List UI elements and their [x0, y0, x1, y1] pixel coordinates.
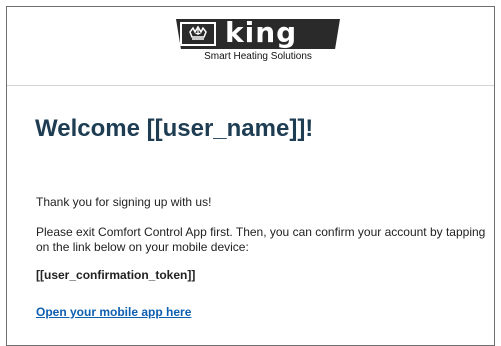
open-mobile-app-link[interactable]: Open your mobile app here [36, 305, 191, 319]
logo-wordmark: king [225, 16, 298, 49]
logo-tagline: Smart Heating Solutions [204, 51, 312, 62]
king-logo: king Smart Heating Solutions [176, 19, 340, 62]
confirmation-token: [[user_confirmation_token]] [36, 268, 196, 282]
instruction-text: Please exit Comfort Control App first. T… [36, 225, 486, 254]
email-header: king Smart Heating Solutions [7, 7, 494, 86]
email-frame: king Smart Heating Solutions Welcome [[u… [6, 6, 495, 346]
welcome-heading: Welcome [[user_name]]! [35, 115, 314, 142]
logo-badge: king [176, 19, 340, 49]
thanks-text: Thank you for signing up with us! [36, 195, 212, 209]
crown-icon [180, 22, 216, 46]
